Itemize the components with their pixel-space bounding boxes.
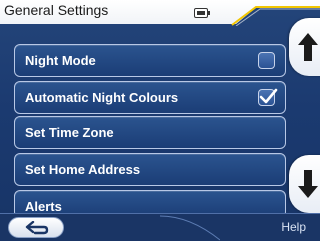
- help-link[interactable]: Help: [281, 220, 306, 234]
- set-home-address-label: Set Home Address: [25, 162, 141, 177]
- checkmark-icon: [259, 88, 278, 104]
- page-title: General Settings: [4, 2, 109, 18]
- set-time-zone-label: Set Time Zone: [25, 125, 114, 140]
- scroll-up-button[interactable]: [289, 18, 320, 76]
- set-time-zone-button[interactable]: Set Time Zone: [14, 116, 286, 149]
- arrow-down-icon: [298, 170, 318, 198]
- title-bar: General Settings: [0, 0, 320, 26]
- alerts-label: Alerts: [25, 199, 62, 214]
- bottom-bar: Help: [0, 213, 320, 241]
- night-mode-label: Night Mode: [25, 53, 96, 68]
- automatic-night-colours-checkbox[interactable]: [258, 88, 278, 106]
- back-button[interactable]: [8, 217, 64, 238]
- settings-screen: General Settings Night Mode Automatic Ni…: [0, 0, 320, 241]
- bottom-divider: [160, 215, 220, 241]
- automatic-night-colours-label: Automatic Night Colours: [25, 90, 179, 105]
- set-home-address-button[interactable]: Set Home Address: [14, 153, 286, 186]
- night-mode-toggle[interactable]: Night Mode: [14, 44, 286, 77]
- battery-icon: [194, 8, 210, 18]
- back-arrow-icon: [25, 221, 49, 235]
- night-mode-checkbox[interactable]: [258, 52, 275, 69]
- scroll-down-button[interactable]: [289, 155, 320, 213]
- arrow-up-icon: [298, 33, 318, 61]
- automatic-night-colours-toggle[interactable]: Automatic Night Colours: [14, 81, 286, 114]
